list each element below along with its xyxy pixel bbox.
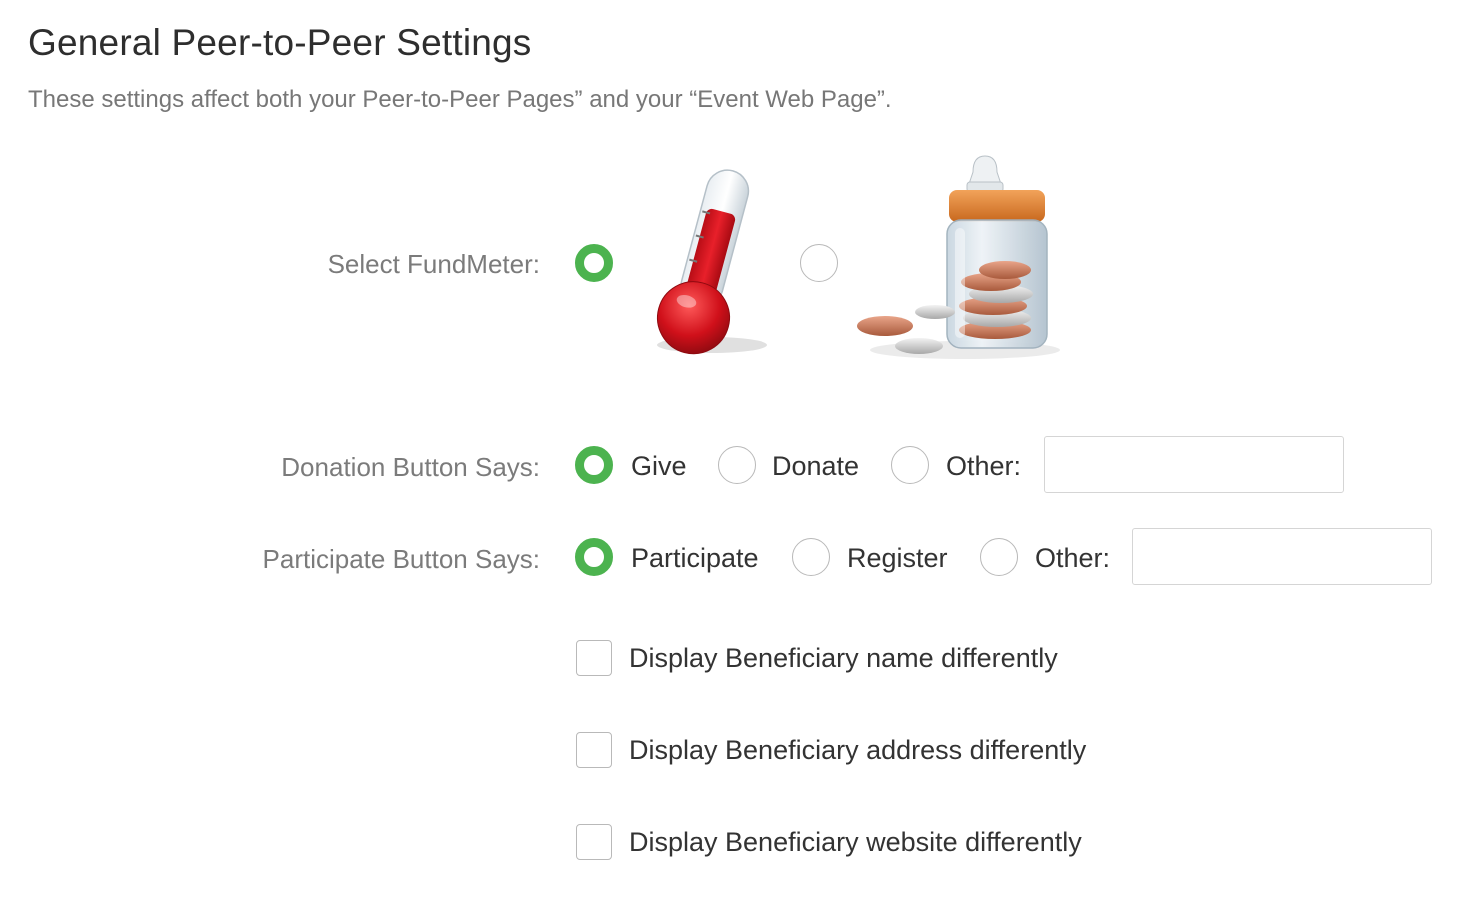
page-title: General Peer-to-Peer Settings xyxy=(28,22,532,63)
participate-other-input[interactable] xyxy=(1132,528,1432,585)
participate-register-label[interactable]: Register xyxy=(847,543,948,574)
donation-other-radio[interactable] xyxy=(891,446,929,484)
participate-other-label[interactable]: Other: xyxy=(1035,543,1110,574)
donation-give-radio[interactable] xyxy=(575,446,613,484)
donation-label: Donation Button Says: xyxy=(281,452,540,482)
page-subtitle: These settings affect both your Peer-to-… xyxy=(28,86,892,113)
fundmeter-thermometer-radio[interactable] xyxy=(575,244,613,282)
beneficiary-name-checkbox[interactable] xyxy=(576,640,612,676)
donation-other-label[interactable]: Other: xyxy=(946,451,1021,482)
participate-label: Participate Button Says: xyxy=(262,544,540,574)
participate-participate-label[interactable]: Participate xyxy=(631,543,759,574)
fundmeter-jar-radio[interactable] xyxy=(800,244,838,282)
beneficiary-name-label[interactable]: Display Beneficiary name differently xyxy=(629,643,1058,674)
beneficiary-website-label[interactable]: Display Beneficiary website differently xyxy=(629,827,1082,858)
donation-other-input[interactable] xyxy=(1044,436,1344,493)
thermometer-icon[interactable] xyxy=(630,160,770,370)
beneficiary-address-label[interactable]: Display Beneficiary address differently xyxy=(629,735,1086,766)
donation-give-label[interactable]: Give xyxy=(631,451,687,482)
donation-donate-radio[interactable] xyxy=(718,446,756,484)
donation-donate-label[interactable]: Donate xyxy=(772,451,859,482)
participate-participate-radio[interactable] xyxy=(575,538,613,576)
beneficiary-address-checkbox[interactable] xyxy=(576,732,612,768)
participate-other-radio[interactable] xyxy=(980,538,1018,576)
beneficiary-website-checkbox[interactable] xyxy=(576,824,612,860)
coin-jar-icon[interactable] xyxy=(855,150,1060,365)
participate-register-radio[interactable] xyxy=(792,538,830,576)
fundmeter-label: Select FundMeter: xyxy=(327,249,540,279)
